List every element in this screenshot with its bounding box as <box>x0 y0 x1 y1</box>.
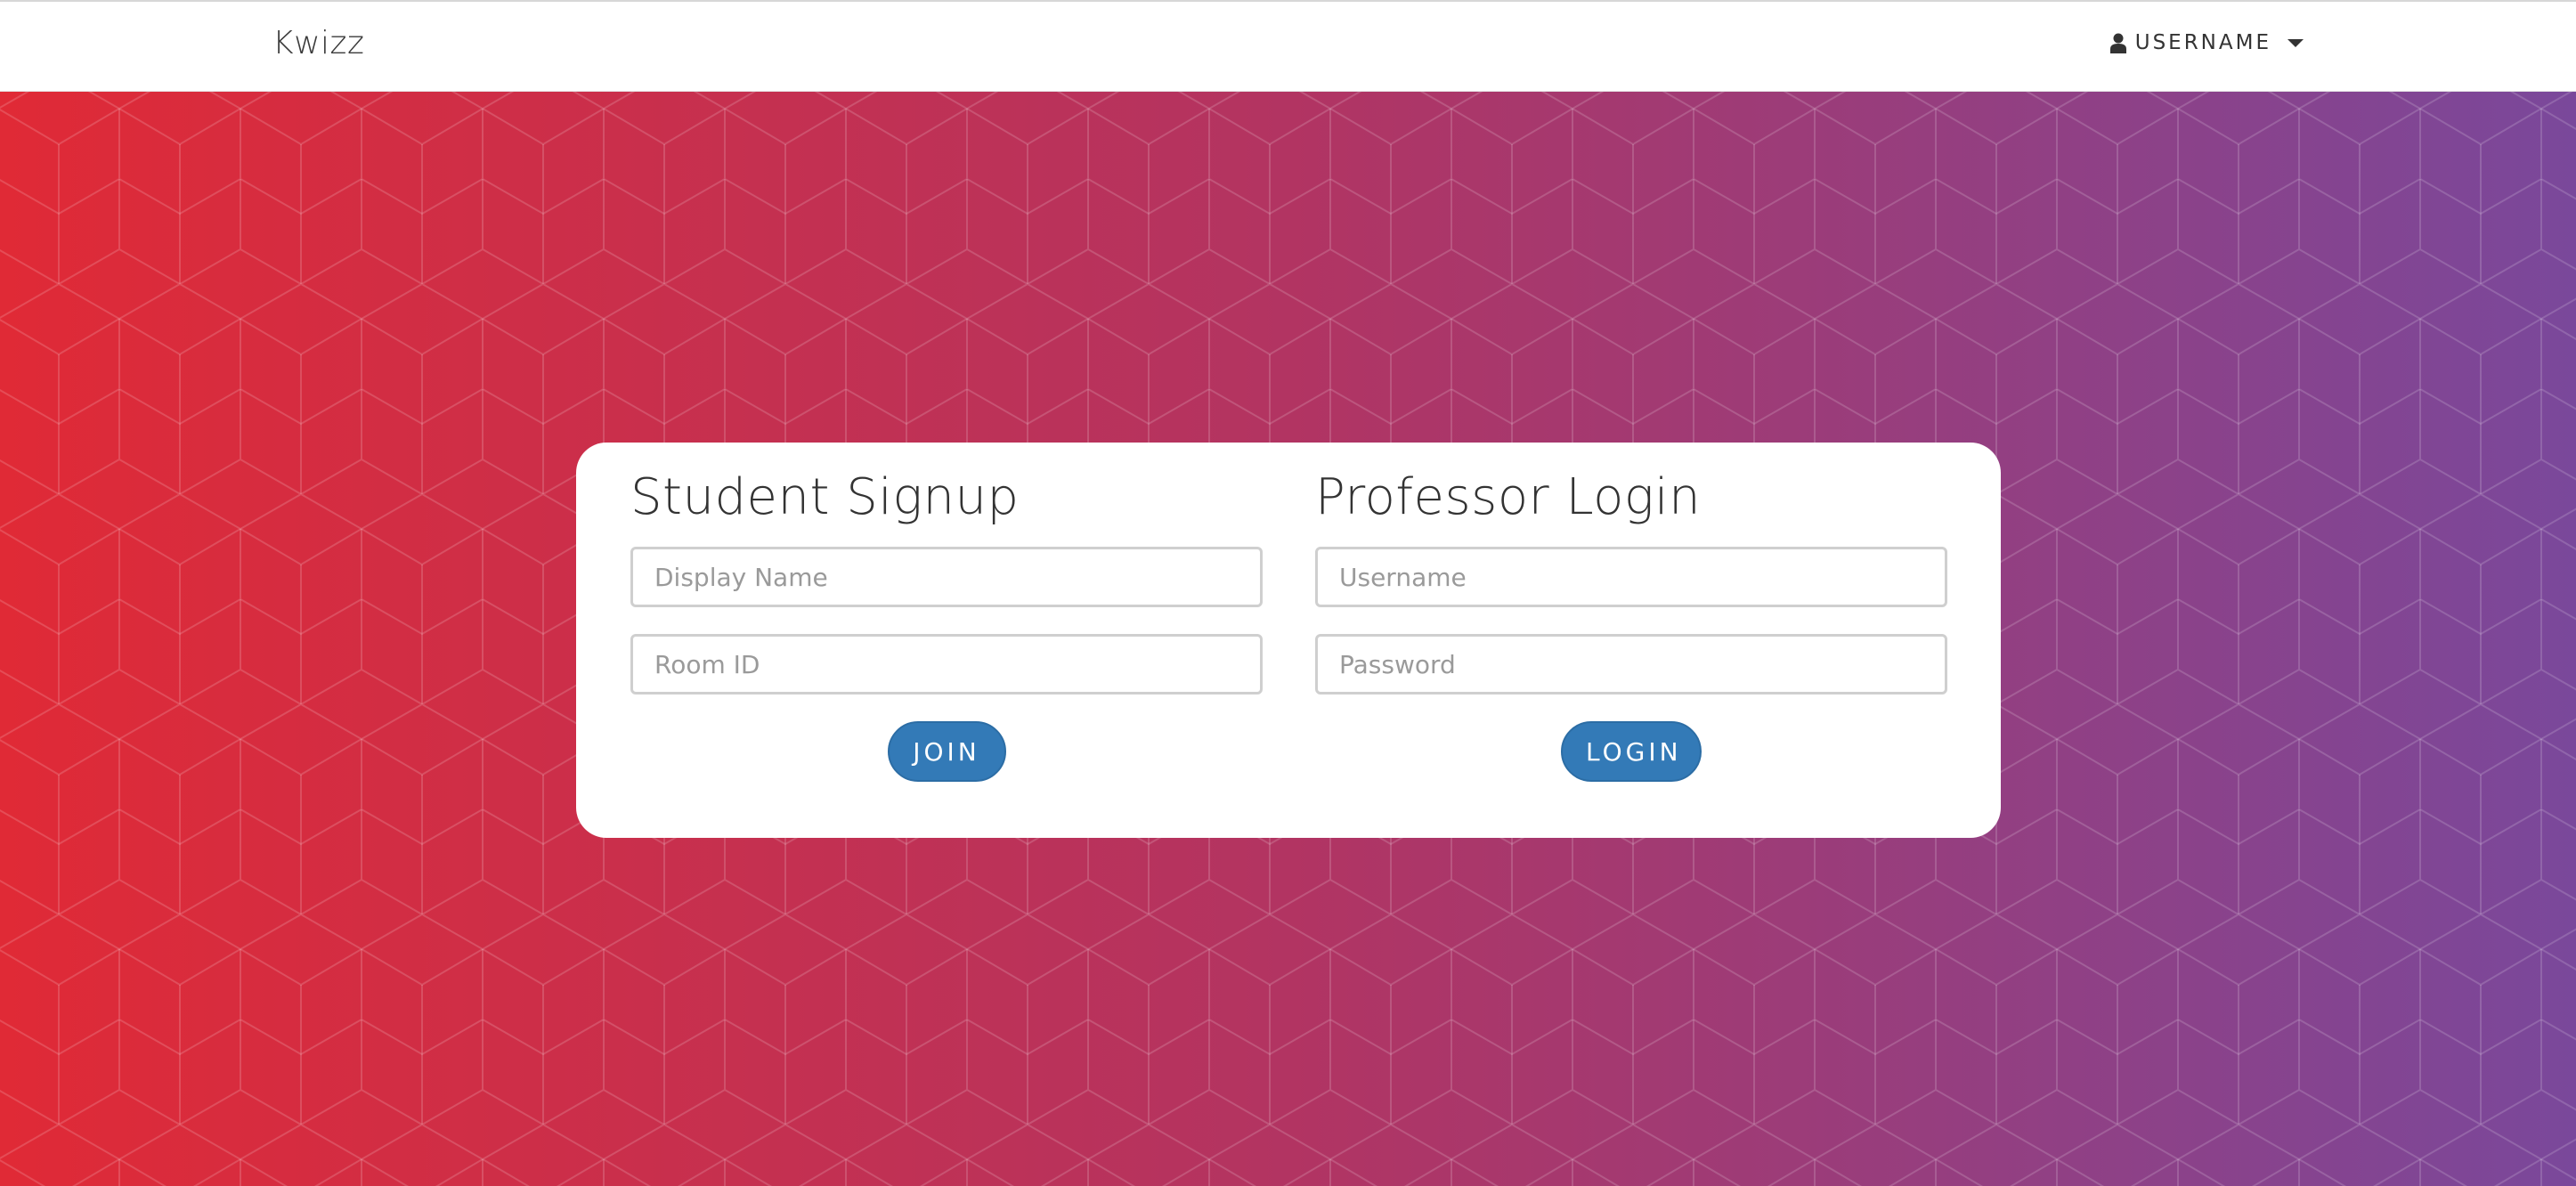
user-icon <box>2109 33 2126 53</box>
login-card: Student Signup JOIN Professor Login LOGI… <box>576 443 2001 838</box>
user-menu-label: USERNAME <box>2134 31 2271 54</box>
display-name-input[interactable] <box>630 547 1263 607</box>
student-signup-form: Student Signup JOIN <box>630 462 1263 782</box>
password-input[interactable] <box>1315 634 1947 695</box>
join-button[interactable]: JOIN <box>887 721 1006 782</box>
student-signup-title: Student Signup <box>630 468 1020 526</box>
join-button-row: JOIN <box>630 721 1263 782</box>
username-input[interactable] <box>1315 547 1947 607</box>
professor-login-title: Professor Login <box>1315 468 1702 526</box>
brand-logo[interactable]: Kwizz <box>272 25 364 61</box>
top-navbar: Kwizz USERNAME <box>0 0 2576 92</box>
caret-down-icon <box>2288 38 2304 47</box>
professor-login-form: Professor Login LOGIN <box>1315 462 1947 782</box>
room-id-input[interactable] <box>630 634 1263 695</box>
hero-background: Student Signup JOIN Professor Login LOGI… <box>0 92 2576 1186</box>
user-menu-dropdown[interactable]: USERNAME <box>2109 31 2304 54</box>
login-button[interactable]: LOGIN <box>1561 721 1702 782</box>
login-button-row: LOGIN <box>1315 721 1947 782</box>
